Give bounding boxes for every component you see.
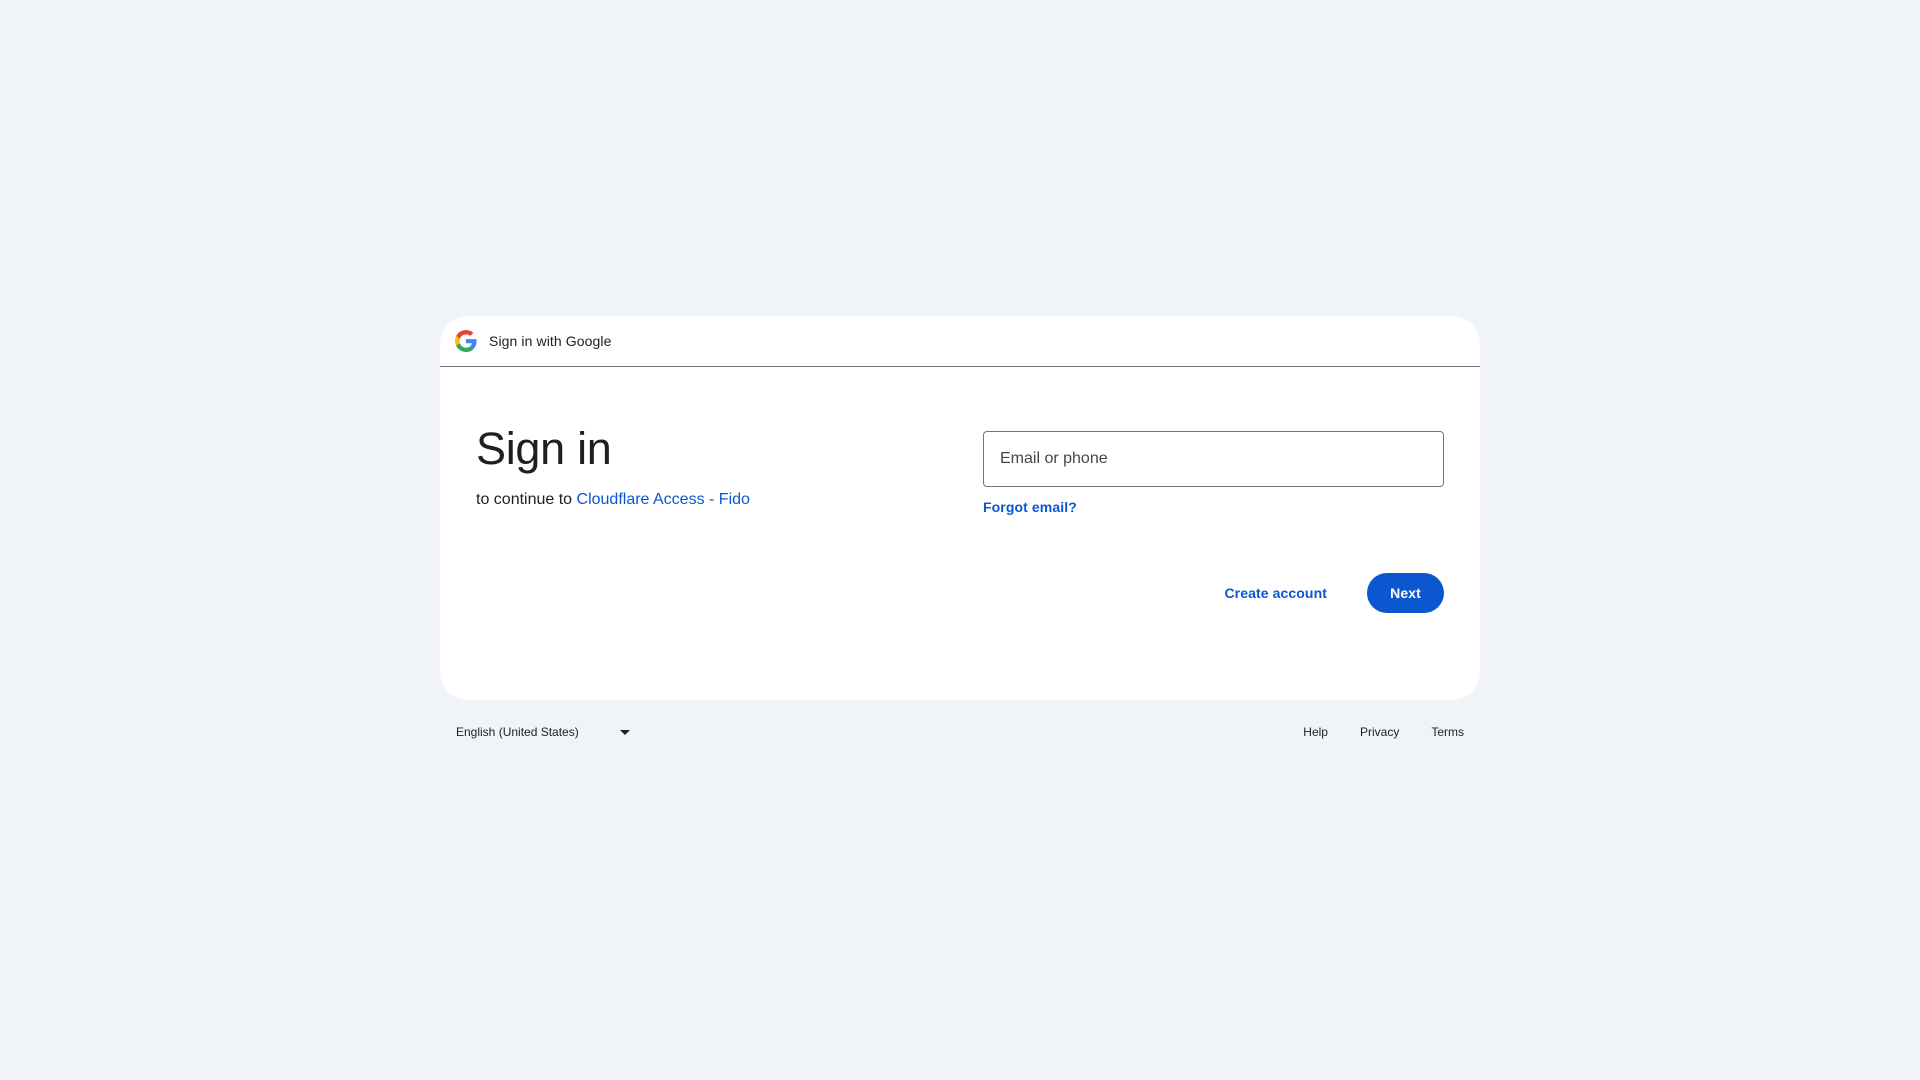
signin-card: Sign in with Google Sign in to continue … bbox=[440, 316, 1480, 700]
card-header: Sign in with Google bbox=[440, 316, 1480, 367]
language-label: English (United States) bbox=[456, 725, 579, 739]
intro-section: Sign in to continue to Cloudflare Access… bbox=[476, 423, 750, 512]
next-button[interactable]: Next bbox=[1367, 573, 1444, 613]
page-title: Sign in bbox=[476, 423, 612, 474]
footer: English (United States) Help Privacy Ter… bbox=[440, 716, 1480, 748]
subtitle: to continue to Cloudflare Access - Fido bbox=[476, 488, 750, 512]
privacy-link[interactable]: Privacy bbox=[1360, 725, 1399, 739]
footer-links: Help Privacy Terms bbox=[1271, 725, 1480, 739]
card-body: Sign in to continue to Cloudflare Access… bbox=[440, 367, 1480, 700]
language-select[interactable]: English (United States) bbox=[440, 716, 630, 748]
email-field[interactable]: Email or phone bbox=[983, 431, 1444, 487]
actions-bar: Create account Next bbox=[1200, 573, 1444, 613]
create-account-button[interactable]: Create account bbox=[1200, 573, 1351, 613]
header-title: Sign in with Google bbox=[489, 333, 612, 349]
email-placeholder: Email or phone bbox=[1000, 450, 1108, 467]
help-link[interactable]: Help bbox=[1303, 725, 1328, 739]
app-name-link[interactable]: Cloudflare Access - Fido bbox=[577, 491, 750, 508]
terms-link[interactable]: Terms bbox=[1431, 725, 1464, 739]
subtitle-prefix: to continue to bbox=[476, 491, 577, 508]
forgot-email-link[interactable]: Forgot email? bbox=[983, 499, 1077, 515]
form-section: Email or phone Forgot email? bbox=[983, 431, 1445, 517]
google-g-icon bbox=[455, 330, 477, 352]
dropdown-arrow-icon bbox=[620, 729, 630, 735]
